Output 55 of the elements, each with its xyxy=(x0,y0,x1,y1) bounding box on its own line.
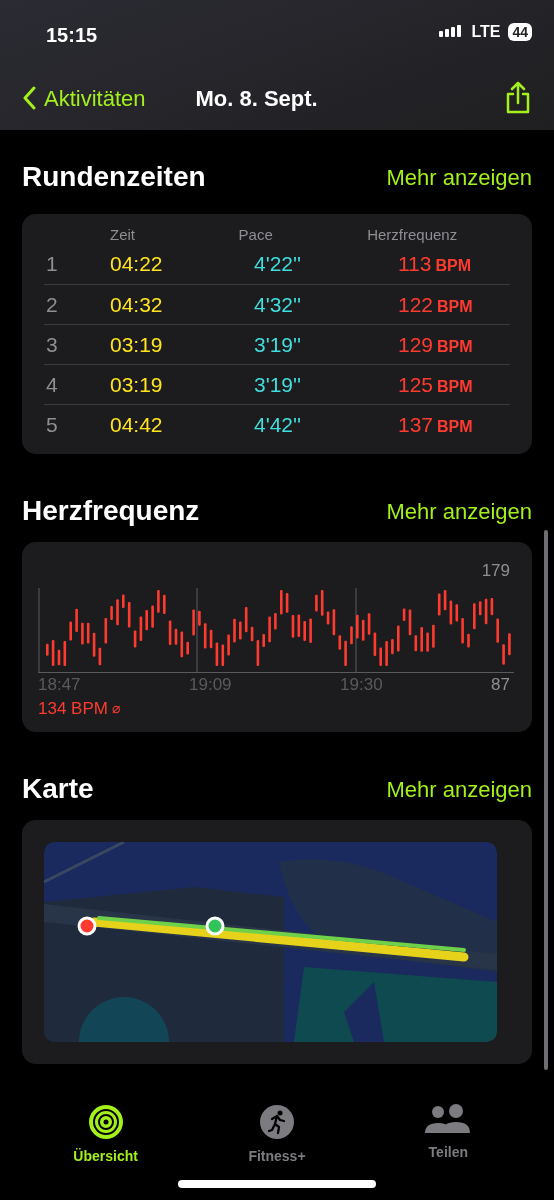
signal-icon xyxy=(439,25,464,39)
column-header: Herzfrequenz xyxy=(367,225,459,244)
lap-time: 04:32 xyxy=(110,291,164,318)
status-time: 15:15 xyxy=(45,23,98,48)
unit-label: BPM xyxy=(437,416,473,437)
average-heart-rate: 134 BPM xyxy=(38,697,108,720)
time-axis-label: 19:30 xyxy=(340,673,384,696)
show-more-link[interactable]: Mehr anzeigen xyxy=(386,494,532,528)
column-header: Pace xyxy=(238,225,274,244)
lap-time: 03:19 xyxy=(110,331,164,358)
lap-heart-rate: 113 xyxy=(398,251,432,278)
show-more-link[interactable]: Mehr anzeigen xyxy=(386,772,532,806)
section-title: Rundenzeiten xyxy=(22,160,206,194)
unit-label: BPM xyxy=(437,336,473,357)
people-icon xyxy=(425,1104,472,1136)
section-title: Karte xyxy=(22,772,94,806)
unit-label: BPM xyxy=(435,256,472,277)
share-icon[interactable] xyxy=(504,81,532,115)
tab[interactable]: Fitness+ xyxy=(217,1104,337,1167)
battery-level: 44 xyxy=(508,23,532,41)
chevron-left-icon xyxy=(22,86,36,110)
lap-pace: 3'19'' xyxy=(254,331,303,358)
tab[interactable]: Übersicht xyxy=(45,1104,166,1167)
unit-label: BPM xyxy=(437,376,473,397)
time-axis-label: 18:47 xyxy=(38,673,82,696)
lap-number: 2 xyxy=(45,291,59,318)
lap-pace: 4'22'' xyxy=(254,251,303,278)
lap-pace: 4'32'' xyxy=(254,291,303,318)
tab[interactable]: Teilen xyxy=(388,1104,509,1167)
section-title: Herzfrequenz xyxy=(22,494,200,528)
page-title: Mo. 8. Sept. xyxy=(195,84,318,113)
lap-number: 3 xyxy=(45,331,59,358)
lap-number: 1 xyxy=(45,251,59,278)
lap-time: 04:22 xyxy=(110,251,164,278)
lap-heart-rate: 137 xyxy=(398,411,434,438)
lap-number: 5 xyxy=(45,411,59,438)
show-more-link[interactable]: Mehr anzeigen xyxy=(386,160,532,194)
unit-label: BPM xyxy=(437,296,473,317)
time-axis-label: 19:09 xyxy=(189,673,233,696)
lap-heart-rate: 122 xyxy=(398,291,434,318)
runner-icon xyxy=(259,1104,295,1140)
lap-time: 04:42 xyxy=(110,411,164,438)
lap-number: 4 xyxy=(45,371,59,398)
axis-max-label: 179 xyxy=(481,560,510,582)
axis-min-label: 87 xyxy=(491,673,510,696)
lap-pace: 3'19'' xyxy=(254,371,303,398)
lap-time: 03:19 xyxy=(110,371,164,398)
lap-heart-rate: 125 xyxy=(398,371,434,398)
lap-pace: 4'42'' xyxy=(254,411,303,438)
lap-heart-rate: 129 xyxy=(398,331,434,358)
column-header: Zeit xyxy=(110,225,136,244)
rings-icon xyxy=(87,1104,124,1140)
average-symbol: ⌀ xyxy=(111,698,120,718)
back-link[interactable]: Aktivitäten xyxy=(22,81,146,115)
network-label: LTE xyxy=(471,22,501,42)
